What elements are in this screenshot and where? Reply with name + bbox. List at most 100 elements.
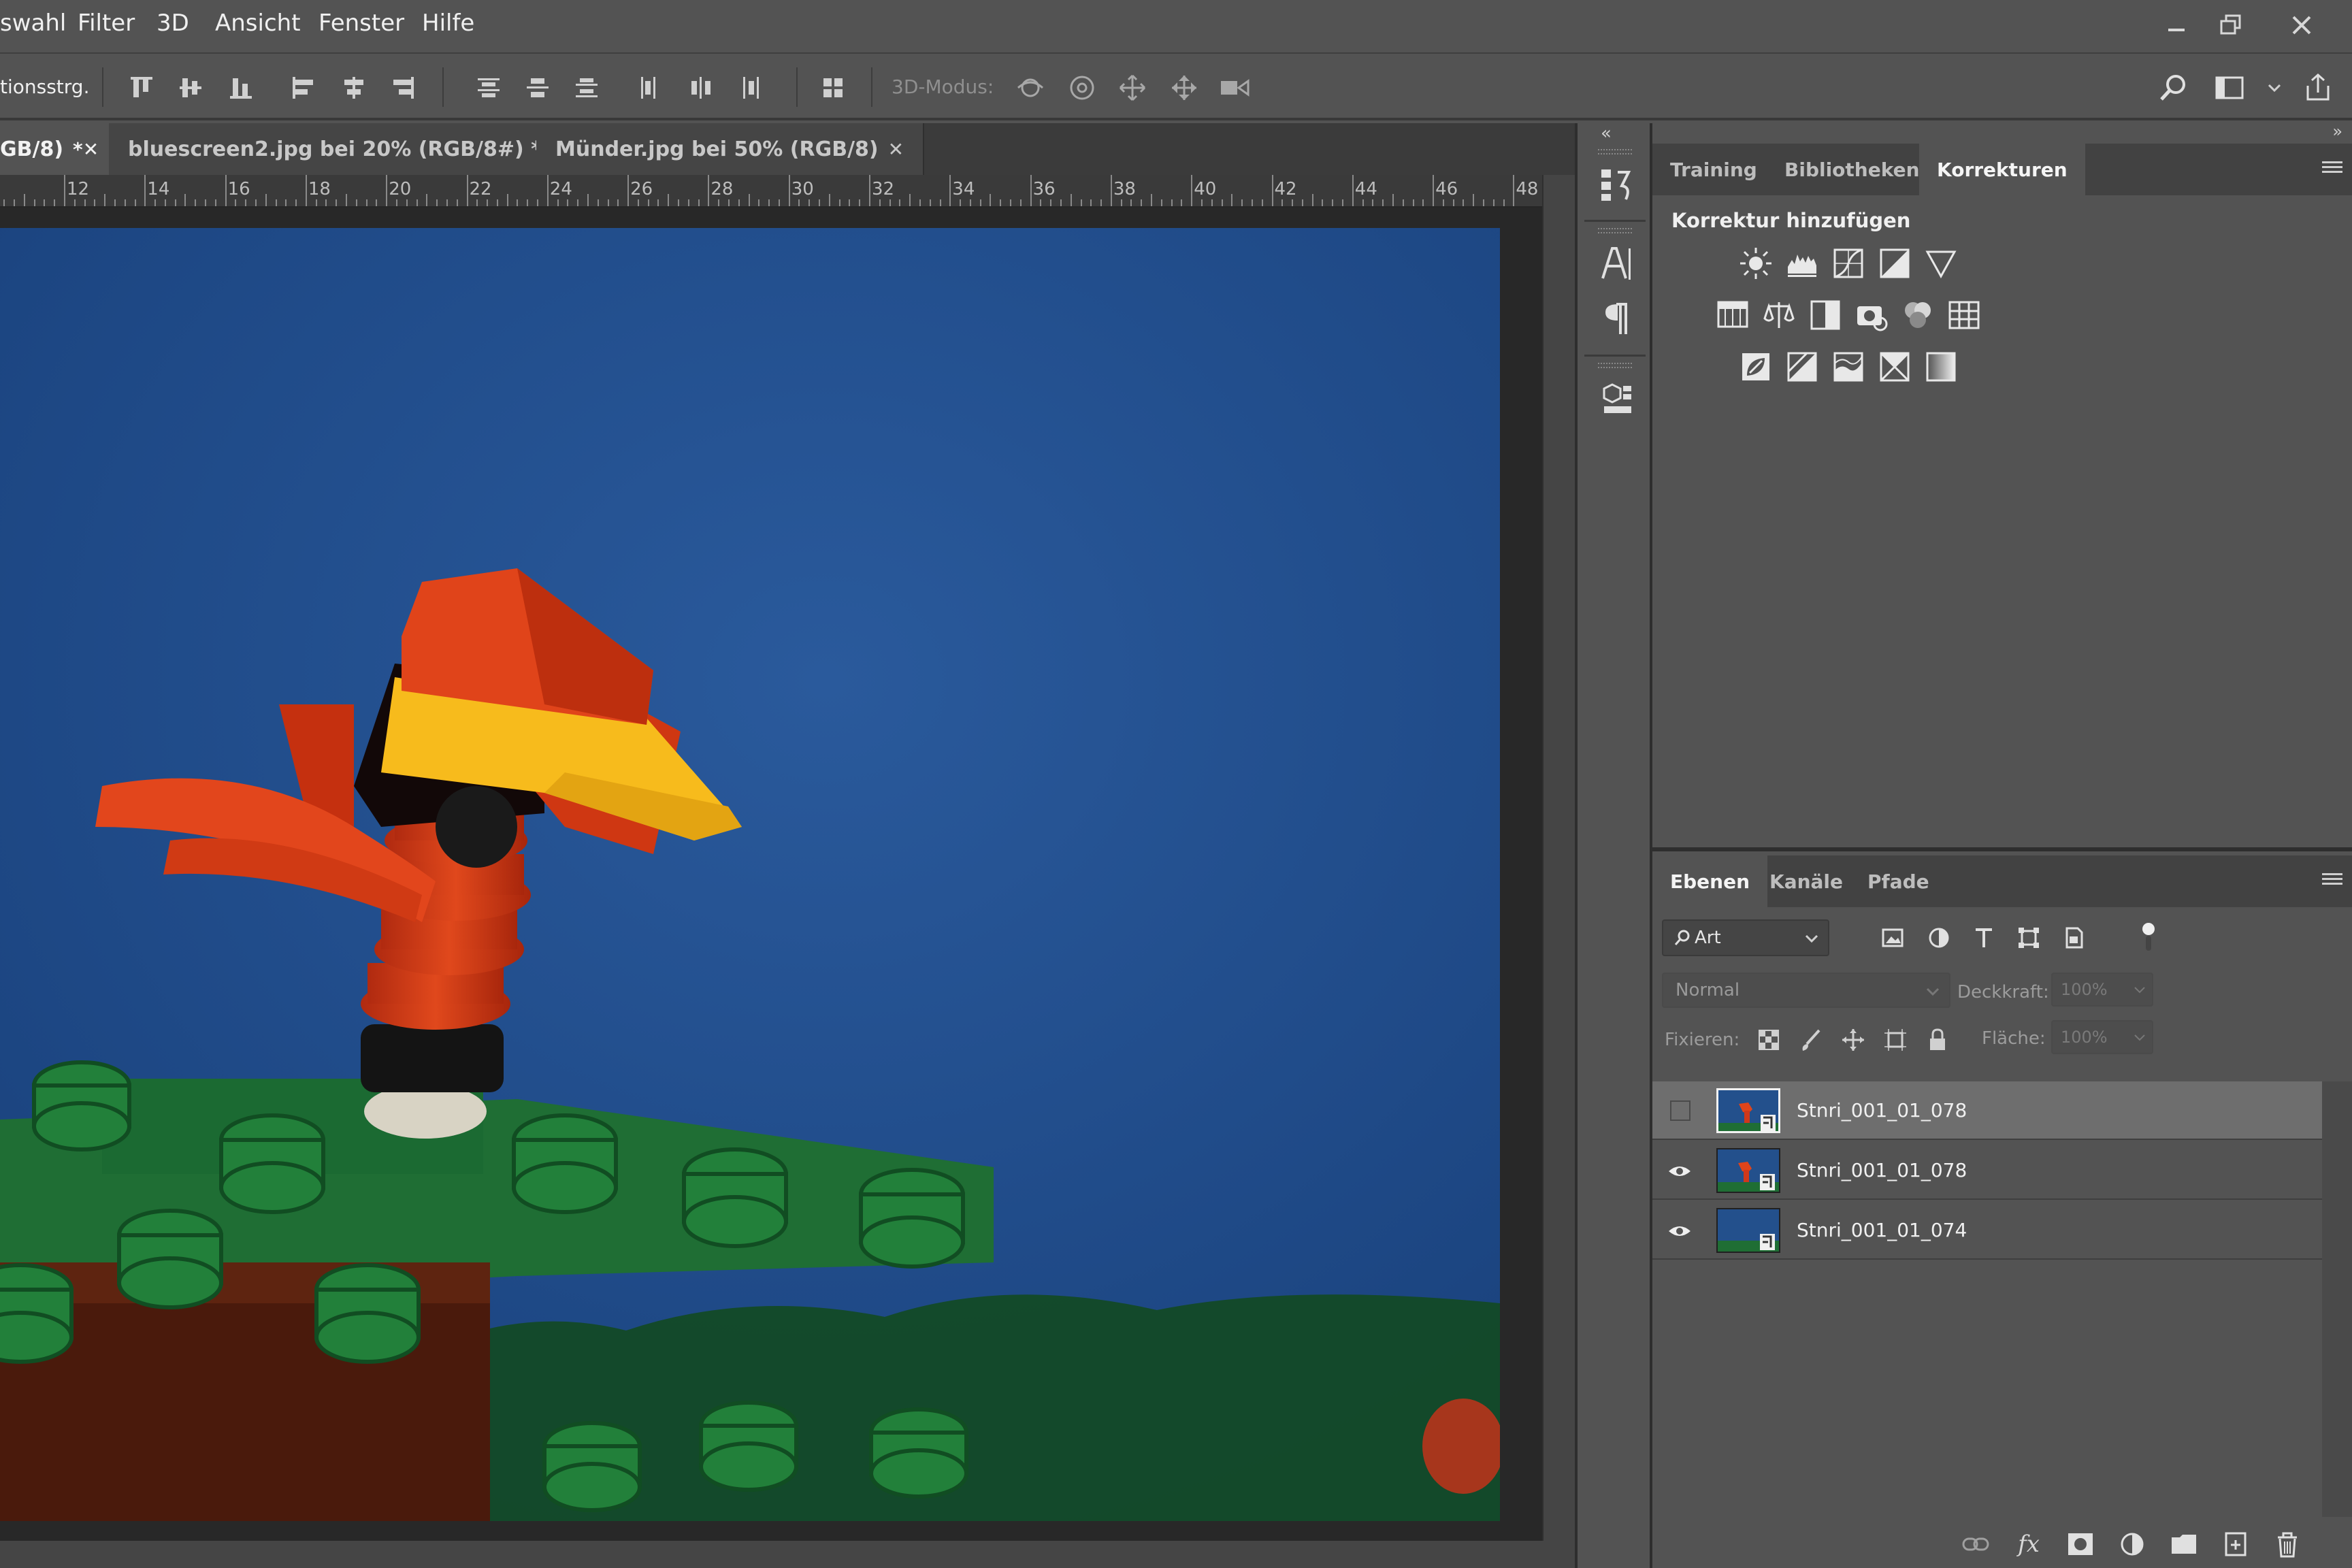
3d-rotate-icon[interactable] xyxy=(1014,71,1047,104)
levels-icon[interactable] xyxy=(1783,244,1821,282)
layers-scrollbar[interactable] xyxy=(2322,1081,2352,1517)
blend-mode-select[interactable]: Normal xyxy=(1662,973,1950,1008)
threshold-icon[interactable] xyxy=(1829,348,1867,386)
exposure-icon[interactable] xyxy=(1876,244,1914,282)
vibrance-icon[interactable] xyxy=(1922,244,1960,282)
align-left-icon[interactable] xyxy=(287,71,320,104)
collapse-arrows-icon[interactable]: » xyxy=(2332,122,2342,141)
panel-menu-icon[interactable] xyxy=(2322,870,2342,891)
new-layer-icon[interactable] xyxy=(2219,1527,2253,1561)
distribute-hcenter-icon[interactable] xyxy=(685,71,717,104)
layer-mask-icon[interactable] xyxy=(2063,1527,2097,1561)
visibility-toggle-off[interactable] xyxy=(1670,1100,1690,1121)
layer-row[interactable]: Stnri_001_01_078 xyxy=(1652,1081,2322,1140)
distribute-top-icon[interactable] xyxy=(472,71,505,104)
link-layers-icon[interactable] xyxy=(1959,1527,1993,1561)
lock-transparent-pixels-icon[interactable] xyxy=(1753,1024,1784,1056)
tab-training[interactable]: Training xyxy=(1652,144,1775,195)
posterize-icon[interactable] xyxy=(1783,348,1821,386)
filter-smart-objects-icon[interactable] xyxy=(2057,921,2091,955)
opacity-field[interactable]: 100% xyxy=(2051,973,2153,1007)
layer-row[interactable]: Stnri_001_01_074 xyxy=(1652,1201,2322,1260)
close-tab-icon[interactable]: ✕ xyxy=(888,138,904,161)
fill-field[interactable]: 100% xyxy=(2051,1020,2153,1054)
minimize-button[interactable] xyxy=(2155,5,2198,45)
layer-filter-select[interactable]: Art xyxy=(1662,919,1829,956)
document-tab-bluescreen[interactable]: bluescreen2.jpg bei 20% (RGB/8#) * ✕ xyxy=(109,123,588,175)
tab-korrekturen[interactable]: Korrekturen xyxy=(1919,144,2085,195)
lock-position-icon[interactable] xyxy=(1838,1024,1869,1056)
eye-icon[interactable] xyxy=(1666,1218,1693,1245)
3d-panel-icon[interactable] xyxy=(1598,378,1635,419)
close-window-button[interactable] xyxy=(2280,5,2323,45)
hue-saturation-icon[interactable] xyxy=(1714,296,1752,334)
photo-filter-icon[interactable] xyxy=(1852,296,1891,334)
align-hcenter-icon[interactable] xyxy=(338,71,370,104)
horizontal-scrollbar[interactable] xyxy=(0,1541,1575,1568)
layer-name[interactable]: Stnri_001_01_074 xyxy=(1797,1219,1967,1241)
curves-icon[interactable] xyxy=(1829,244,1867,282)
drag-grip-icon[interactable] xyxy=(1598,228,1632,233)
black-white-icon[interactable] xyxy=(1806,296,1844,334)
eye-icon[interactable] xyxy=(1666,1158,1693,1185)
menu-fenster[interactable]: Fenster xyxy=(318,10,404,37)
paragraph-icon[interactable] xyxy=(1598,299,1635,340)
workspace-icon[interactable] xyxy=(2213,71,2246,104)
distribute-bottom-icon[interactable] xyxy=(570,71,603,104)
invert-icon[interactable] xyxy=(1737,348,1775,386)
menu-3d[interactable]: 3D xyxy=(157,10,189,37)
3d-camera-icon[interactable] xyxy=(1218,71,1251,104)
restore-button[interactable] xyxy=(2209,5,2253,45)
lock-all-icon[interactable] xyxy=(1922,1024,1953,1056)
menu-auswahl[interactable]: swahl xyxy=(0,10,66,37)
layer-name[interactable]: Stnri_001_01_078 xyxy=(1797,1099,1967,1122)
filter-type-layers-icon[interactable] xyxy=(1967,921,2001,955)
distribute-left-icon[interactable] xyxy=(634,71,667,104)
tab-pfade[interactable]: Pfade xyxy=(1850,855,1947,907)
menu-hilfe[interactable]: Hilfe xyxy=(422,10,474,37)
drag-grip-icon[interactable] xyxy=(1598,149,1632,154)
tab-kanaele[interactable]: Kanäle xyxy=(1752,855,1861,907)
filter-pixel-layers-icon[interactable] xyxy=(1876,921,1910,955)
3d-roll-icon[interactable] xyxy=(1066,71,1098,104)
color-lookup-icon[interactable] xyxy=(1945,296,1983,334)
filter-adjustment-layers-icon[interactable] xyxy=(1922,921,1956,955)
menu-filter[interactable]: Filter xyxy=(78,10,135,37)
align-vcenter-icon[interactable] xyxy=(174,71,207,104)
character-icon[interactable] xyxy=(1598,243,1635,284)
canvas-area[interactable] xyxy=(0,208,1542,1541)
channel-mixer-icon[interactable] xyxy=(1899,296,1937,334)
layer-row[interactable]: Stnri_001_01_078 xyxy=(1652,1141,2322,1200)
align-bottom-icon[interactable] xyxy=(225,71,257,104)
distribute-right-icon[interactable] xyxy=(734,71,766,104)
lock-image-pixels-icon[interactable] xyxy=(1795,1024,1827,1056)
document-tab-active[interactable]: GB/8) *✕ xyxy=(0,123,120,175)
align-top-icon[interactable] xyxy=(125,71,158,104)
new-adjustment-layer-icon[interactable] xyxy=(2115,1527,2149,1561)
auto-align-icon[interactable] xyxy=(817,71,849,104)
align-right-icon[interactable] xyxy=(387,71,419,104)
brightness-contrast-icon[interactable] xyxy=(1737,244,1775,282)
close-tab-icon[interactable]: *✕ xyxy=(73,138,99,161)
document-tab-muender[interactable]: Münder.jpg bei 50% (RGB/8) ✕ xyxy=(536,123,925,175)
layer-style-fx-icon[interactable]: fx xyxy=(2012,1527,2046,1561)
color-balance-icon[interactable] xyxy=(1760,296,1798,334)
distribute-vcenter-icon[interactable] xyxy=(521,71,554,104)
3d-pan-icon[interactable] xyxy=(1116,71,1149,104)
history-icon[interactable] xyxy=(1598,164,1635,205)
selective-color-icon[interactable] xyxy=(1876,348,1914,386)
filter-shape-layers-icon[interactable] xyxy=(2012,921,2046,955)
lock-artboard-icon[interactable] xyxy=(1880,1024,1911,1056)
delete-layer-icon[interactable] xyxy=(2270,1527,2304,1561)
layer-name[interactable]: Stnri_001_01_078 xyxy=(1797,1159,1967,1181)
panel-menu-icon[interactable] xyxy=(2322,159,2342,179)
search-icon[interactable] xyxy=(2157,71,2190,104)
share-icon[interactable] xyxy=(2302,71,2334,104)
chevron-down-icon[interactable] xyxy=(2258,71,2291,104)
gradient-map-icon[interactable] xyxy=(1922,348,1960,386)
drag-grip-icon[interactable] xyxy=(1598,363,1632,368)
menu-ansicht[interactable]: Ansicht xyxy=(215,10,301,37)
document-image[interactable] xyxy=(0,228,1500,1521)
filter-toggle-icon[interactable] xyxy=(2132,921,2166,955)
3d-slide-icon[interactable] xyxy=(1168,71,1200,104)
